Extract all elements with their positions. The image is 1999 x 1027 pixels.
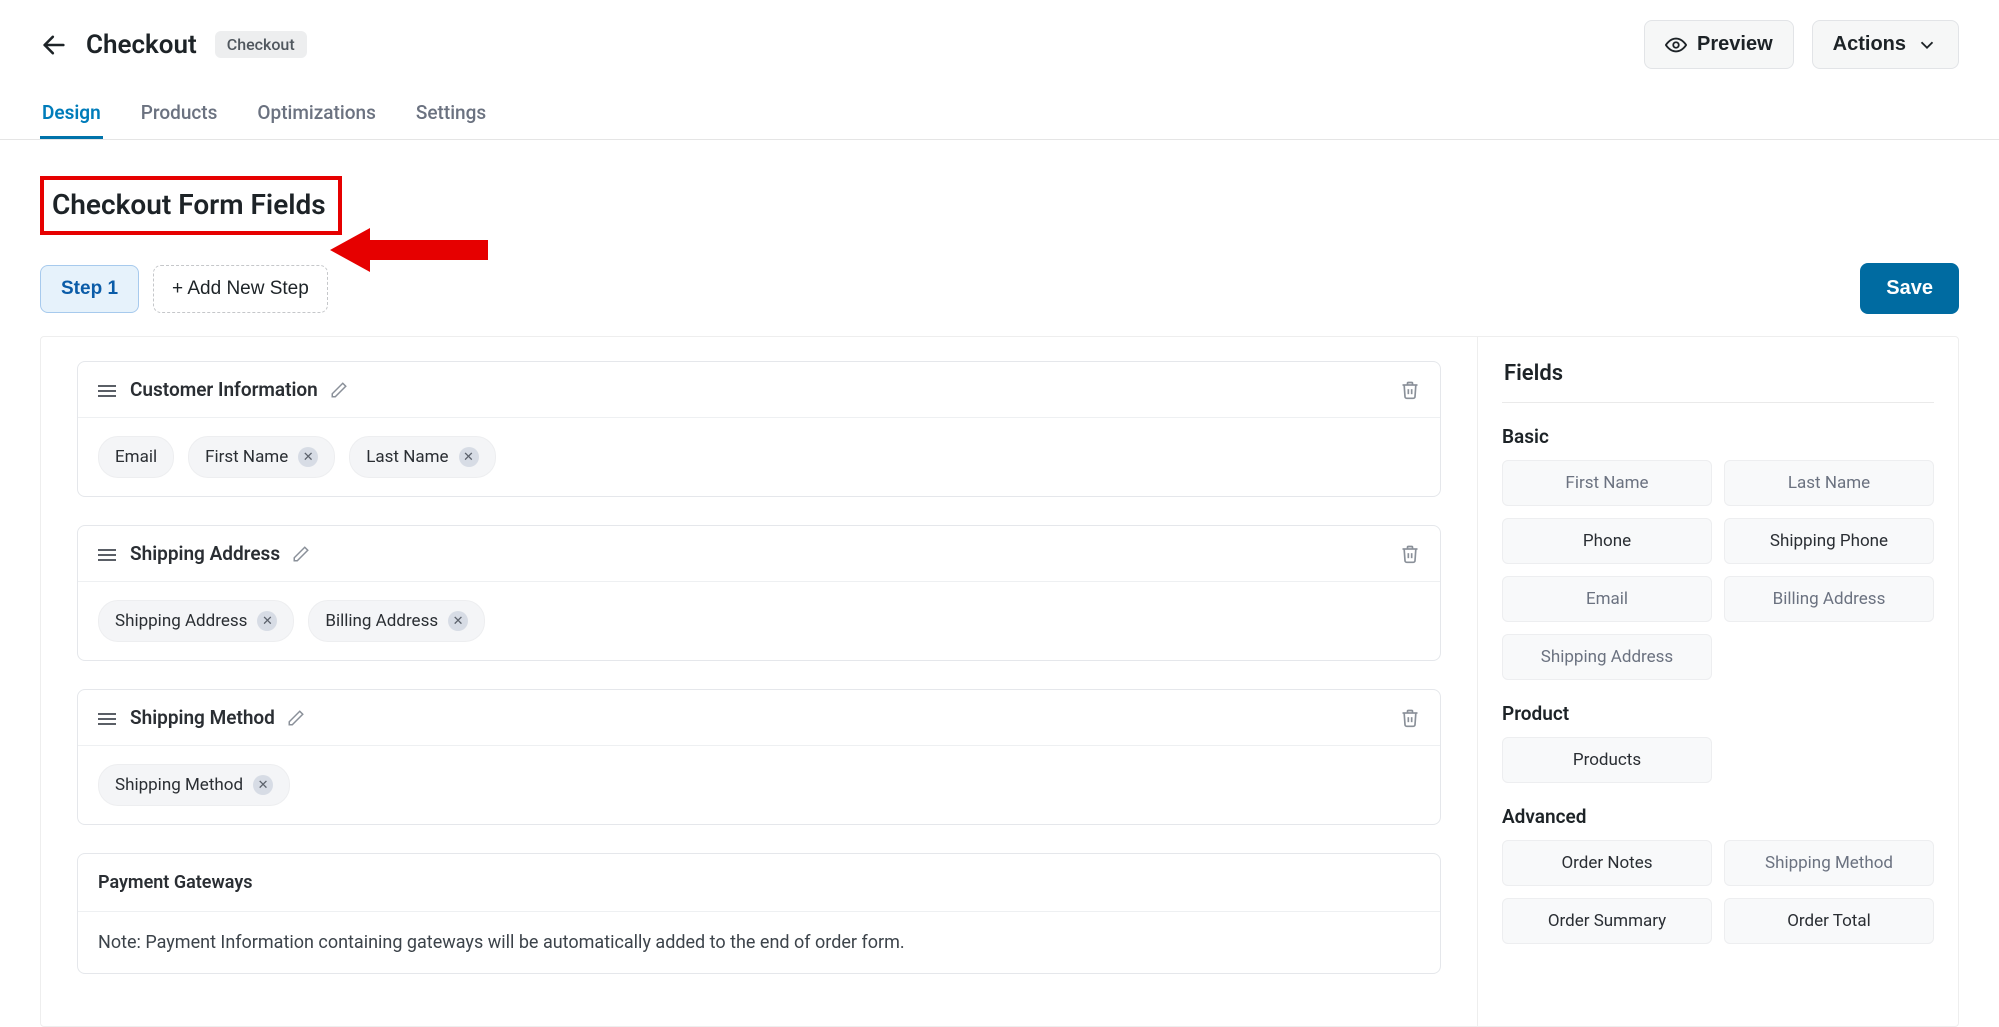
section-title: Shipping Address — [130, 542, 280, 565]
tab-design[interactable]: Design — [40, 89, 103, 139]
add-step-button[interactable]: + Add New Step — [153, 265, 328, 313]
drag-handle-icon[interactable] — [98, 547, 116, 561]
back-button[interactable] — [40, 31, 68, 59]
field-order-summary[interactable]: Order Summary — [1502, 898, 1712, 944]
chip-label: Shipping Address — [115, 611, 247, 631]
tab-optimizations[interactable]: Optimizations — [255, 89, 377, 139]
tab-settings[interactable]: Settings — [414, 89, 488, 139]
field-label: Order Summary — [1548, 911, 1666, 931]
tab-label: Optimizations — [257, 101, 375, 124]
field-order-notes[interactable]: Order Notes — [1502, 840, 1712, 886]
remove-chip-button[interactable]: ✕ — [298, 447, 318, 467]
field-label: Order Total — [1787, 911, 1871, 931]
drag-handle-icon[interactable] — [98, 383, 116, 397]
delete-section-button[interactable] — [1400, 544, 1420, 564]
field-label: Products — [1573, 750, 1641, 770]
section-title: Shipping Method — [130, 706, 275, 729]
payment-gateways-note: Note: Payment Information containing gat… — [78, 912, 1440, 973]
field-chip[interactable]: Shipping Address ✕ — [98, 600, 294, 642]
chip-label: Shipping Method — [115, 775, 243, 795]
field-chip[interactable]: Last Name ✕ — [349, 436, 495, 478]
trash-icon — [1400, 544, 1420, 564]
field-label: Billing Address — [1773, 589, 1886, 609]
remove-chip-button[interactable]: ✕ — [253, 775, 273, 795]
field-chip[interactable]: Billing Address ✕ — [308, 600, 485, 642]
section-heading-highlight: Checkout Form Fields — [40, 176, 342, 235]
save-button[interactable]: Save — [1860, 263, 1959, 314]
field-shipping-phone[interactable]: Shipping Phone — [1724, 518, 1934, 564]
field-label: Order Notes — [1561, 853, 1652, 873]
pencil-icon — [292, 545, 310, 563]
edit-section-button[interactable] — [330, 381, 348, 399]
section-card: Shipping Method Shipping Method ✕ — [77, 689, 1441, 825]
sidebar-group-title: Basic — [1502, 425, 1934, 448]
tab-label: Design — [42, 101, 101, 124]
chevron-down-icon — [1916, 34, 1938, 56]
tab-products[interactable]: Products — [139, 89, 220, 139]
delete-section-button[interactable] — [1400, 380, 1420, 400]
arrow-left-icon — [40, 31, 68, 59]
tabs: Design Products Optimizations Settings — [0, 89, 1999, 140]
step-label: Step 1 — [61, 278, 118, 299]
section-title: Customer Information — [130, 378, 318, 401]
tab-label: Settings — [416, 101, 486, 124]
eye-icon — [1665, 34, 1687, 56]
remove-chip-button[interactable]: ✕ — [257, 611, 277, 631]
field-label: Email — [1586, 589, 1628, 609]
step-1-button[interactable]: Step 1 — [40, 265, 139, 313]
pencil-icon — [330, 381, 348, 399]
payment-gateways-card: Payment Gateways Note: Payment Informati… — [77, 853, 1441, 974]
chip-label: First Name — [205, 447, 288, 467]
remove-chip-button[interactable]: ✕ — [459, 447, 479, 467]
field-chip[interactable]: First Name ✕ — [188, 436, 335, 478]
actions-button[interactable]: Actions — [1812, 20, 1959, 69]
page-type-badge: Checkout — [215, 31, 307, 58]
field-label: First Name — [1565, 473, 1648, 493]
chip-label: Last Name — [366, 447, 448, 467]
field-shipping-method[interactable]: Shipping Method — [1724, 840, 1934, 886]
field-first-name[interactable]: First Name — [1502, 460, 1712, 506]
field-last-name[interactable]: Last Name — [1724, 460, 1934, 506]
section-heading: Checkout Form Fields — [52, 188, 326, 221]
field-products[interactable]: Products — [1502, 737, 1712, 783]
tab-label: Products — [141, 101, 218, 124]
sidebar-group-title: Product — [1502, 702, 1934, 725]
delete-section-button[interactable] — [1400, 708, 1420, 728]
field-phone[interactable]: Phone — [1502, 518, 1712, 564]
sidebar-title: Fields — [1502, 355, 1934, 403]
field-label: Last Name — [1788, 473, 1870, 493]
payment-gateways-title: Payment Gateways — [78, 854, 1440, 912]
edit-section-button[interactable] — [292, 545, 310, 563]
actions-label: Actions — [1833, 33, 1906, 56]
trash-icon — [1400, 708, 1420, 728]
chip-label: Billing Address — [325, 611, 438, 631]
field-billing-address[interactable]: Billing Address — [1724, 576, 1934, 622]
field-shipping-address[interactable]: Shipping Address — [1502, 634, 1712, 680]
section-card: Customer Information Email First Name ✕ L… — [77, 361, 1441, 497]
section-card: Shipping Address Shipping Address ✕ Billi… — [77, 525, 1441, 661]
page-title: Checkout — [86, 30, 197, 60]
field-label: Shipping Method — [1765, 853, 1893, 873]
field-label: Phone — [1583, 531, 1631, 551]
edit-section-button[interactable] — [287, 709, 305, 727]
remove-chip-button[interactable]: ✕ — [448, 611, 468, 631]
sidebar-group-title: Advanced — [1502, 805, 1934, 828]
preview-label: Preview — [1697, 33, 1773, 56]
field-label: Shipping Address — [1541, 647, 1673, 667]
field-chip[interactable]: Shipping Method ✕ — [98, 764, 290, 806]
chip-label: Email — [115, 447, 157, 467]
field-chip[interactable]: Email — [98, 436, 174, 478]
preview-button[interactable]: Preview — [1644, 20, 1794, 69]
field-order-total[interactable]: Order Total — [1724, 898, 1934, 944]
add-step-label: + Add New Step — [172, 278, 309, 299]
pencil-icon — [287, 709, 305, 727]
trash-icon — [1400, 380, 1420, 400]
field-label: Shipping Phone — [1770, 531, 1888, 551]
drag-handle-icon[interactable] — [98, 711, 116, 725]
save-label: Save — [1886, 277, 1933, 299]
field-email[interactable]: Email — [1502, 576, 1712, 622]
